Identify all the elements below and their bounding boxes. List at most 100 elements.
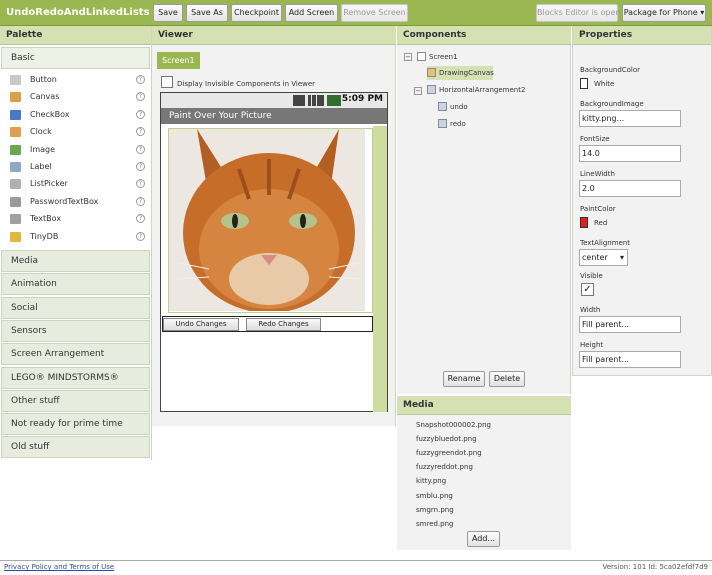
help-icon[interactable]: ?	[136, 92, 145, 102]
media-file[interactable]: smgrn.png	[416, 506, 454, 514]
phone-scrollbar[interactable]	[373, 126, 387, 412]
textbox-icon	[10, 214, 21, 225]
help-icon[interactable]: ?	[136, 162, 145, 171]
redo-changes-button[interactable]: Redo Changes	[246, 318, 321, 331]
tree-label-arrangement: HorizontalArrangement2	[439, 86, 526, 94]
help-icon[interactable]: ?	[136, 109, 145, 119]
width-field[interactable]: Fill parent...	[579, 316, 681, 333]
category-old-stuff[interactable]: Old stuff	[1, 436, 150, 459]
palette-item-passwordtextbox[interactable]: PasswordTextBox?	[10, 195, 145, 211]
palette-item-tinydb[interactable]: TinyDB?	[10, 230, 145, 246]
save-button[interactable]: Save	[153, 4, 183, 22]
chevron-down-icon: ▾	[619, 253, 624, 262]
category-sensors[interactable]: Sensors	[1, 319, 150, 342]
database-icon	[10, 231, 21, 242]
palette-item-checkbox[interactable]: CheckBox?	[10, 108, 145, 124]
signal-icon	[308, 95, 324, 106]
text-alignment-select[interactable]: center ▾	[579, 249, 628, 266]
media-file[interactable]: smred.png	[416, 520, 454, 528]
clock-icon	[10, 127, 21, 138]
paint-color-swatch[interactable]	[580, 217, 588, 228]
media-file[interactable]: Snapshot000002.png	[416, 421, 491, 429]
add-screen-button[interactable]: Add Screen	[285, 4, 338, 22]
help-icon[interactable]: ?	[136, 75, 145, 84]
tree-node-screen1[interactable]: Screen1	[417, 50, 477, 64]
arrangement-icon	[427, 85, 436, 94]
screen-icon	[417, 52, 426, 61]
palette-item-label: Button	[30, 75, 57, 84]
background-color-value[interactable]: White	[594, 80, 614, 88]
background-image-field[interactable]: kitty.png...	[579, 110, 681, 127]
help-icon[interactable]: ?	[136, 214, 145, 224]
category-not-ready-for-prime-time[interactable]: Not ready for prime time	[1, 413, 150, 436]
label-icon	[10, 162, 21, 172]
kitty-image	[169, 129, 365, 311]
tree-node-horizontalarrangement2[interactable]: HorizontalArrangement2	[427, 83, 527, 97]
help-icon[interactable]: ?	[136, 179, 145, 189]
tree-node-drawingcanvas[interactable]: DrawingCanvas	[427, 66, 494, 80]
palette-item-clock[interactable]: Clock?	[10, 125, 145, 141]
palette-item-button[interactable]: Button?	[10, 73, 145, 89]
rename-button[interactable]: Rename	[443, 371, 485, 387]
category-screen-arrangement[interactable]: Screen Arrangement	[1, 343, 150, 366]
help-icon[interactable]: ?	[136, 231, 145, 241]
network-icon	[293, 95, 305, 106]
background-color-swatch[interactable]	[580, 78, 588, 89]
checkpoint-button[interactable]: Checkpoint	[231, 4, 282, 22]
palette-item-listpicker[interactable]: ListPicker?	[10, 177, 145, 193]
checkbox-icon	[10, 109, 21, 120]
password-icon	[10, 196, 21, 207]
background-color-label: BackgroundColor	[580, 66, 641, 74]
listpicker-icon	[10, 179, 21, 190]
help-icon[interactable]: ?	[136, 196, 145, 206]
phone-status-bar: 5:09 PM	[161, 93, 387, 108]
tree-node-undo[interactable]: undo	[438, 100, 473, 114]
package-for-phone-button[interactable]: Package for Phone ▾	[622, 4, 706, 22]
delete-button[interactable]: Delete	[489, 371, 525, 387]
category-other-stuff[interactable]: Other stuff	[1, 389, 150, 412]
help-icon[interactable]: ?	[136, 144, 145, 154]
media-file[interactable]: kitty.png	[416, 477, 446, 485]
undo-changes-button[interactable]: Undo Changes	[163, 318, 239, 331]
palette-item-label[interactable]: Label?	[10, 160, 145, 176]
text-alignment-label: TextAlignment	[580, 239, 631, 247]
image-icon	[10, 144, 21, 155]
media-file[interactable]: fuzzyreddot.png	[416, 463, 473, 471]
visible-checkbox[interactable]: ✓	[581, 283, 594, 296]
media-file[interactable]: smblu.png	[416, 492, 453, 500]
collapse-screen1-icon[interactable]: −	[404, 53, 412, 61]
palette-item-image[interactable]: Image?	[10, 143, 145, 159]
visible-label: Visible	[580, 272, 603, 280]
category-social[interactable]: Social	[1, 296, 150, 319]
category-media[interactable]: Media	[1, 250, 150, 272]
category-basic[interactable]: Basic	[1, 47, 150, 69]
palette-item-label: Canvas	[30, 92, 60, 102]
collapse-arrangement-icon[interactable]: −	[414, 87, 422, 95]
help-icon[interactable]: ?	[136, 127, 145, 137]
palette-header: Palette	[0, 26, 151, 45]
height-field[interactable]: Fill parent...	[579, 351, 681, 368]
line-width-field[interactable]: 2.0	[579, 180, 681, 197]
tree-node-redo[interactable]: redo	[438, 117, 473, 131]
category-animation[interactable]: Animation	[1, 273, 150, 296]
button-icon	[438, 102, 447, 111]
palette-item-label: CheckBox	[30, 109, 70, 119]
palette-item-textbox[interactable]: TextBox?	[10, 212, 145, 228]
media-file[interactable]: fuzzygreendot.png	[416, 449, 482, 457]
media-file[interactable]: fuzzybluedot.png	[416, 435, 477, 443]
save-as-button[interactable]: Save As	[186, 4, 228, 22]
viewer-header: Viewer	[152, 26, 396, 45]
palette-item-label: TinyDB	[30, 231, 59, 241]
blocks-editor-button[interactable]: Blocks Editor is open	[536, 4, 620, 22]
remove-screen-button[interactable]: Remove Screen	[341, 4, 408, 22]
add-media-button[interactable]: Add...	[467, 531, 500, 547]
palette-item-canvas[interactable]: Canvas?	[10, 90, 145, 106]
privacy-link[interactable]: Privacy Policy and Terms of Use	[4, 563, 114, 571]
paint-color-value[interactable]: Red	[594, 219, 607, 227]
phone-clock: 5:09 PM	[341, 94, 383, 104]
font-size-field[interactable]: 14.0	[579, 145, 681, 162]
palette-item-label: TextBox	[30, 214, 62, 224]
display-invisible-checkbox[interactable]	[161, 76, 173, 88]
category-lego-mindstorms[interactable]: LEGO® MINDSTORMS®	[1, 366, 150, 389]
screen-tab[interactable]: Screen1	[157, 52, 200, 69]
